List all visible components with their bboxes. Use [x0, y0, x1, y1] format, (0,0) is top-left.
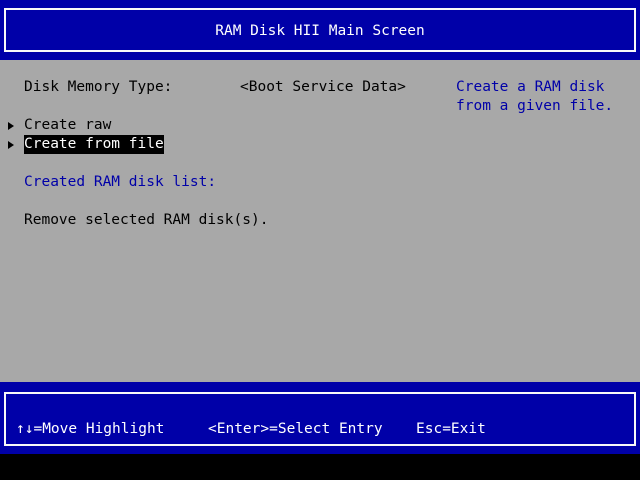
- right-triangle-icon: [8, 141, 14, 149]
- title-bar: RAM Disk HII Main Screen: [0, 0, 640, 60]
- remove-selected-ram-disk-option[interactable]: Remove selected RAM disk(s).: [24, 211, 268, 230]
- footer-bar: ↑↓=Move Highlight <Enter>=Select Entry E…: [0, 382, 640, 454]
- right-triangle-icon: [8, 122, 14, 130]
- bottom-black-strip: [0, 454, 640, 480]
- exit-hint: Esc=Exit: [416, 421, 486, 437]
- created-ram-disk-list-label: Created RAM disk list:: [24, 174, 217, 190]
- form-body: Disk Memory Type: <Boot Service Data> Cr…: [0, 60, 640, 382]
- create-from-file-option[interactable]: Create from file: [24, 135, 164, 154]
- select-entry-hint: <Enter>=Select Entry: [208, 421, 383, 437]
- title-frame: RAM Disk HII Main Screen: [4, 8, 636, 52]
- disk-memory-type-label: Disk Memory Type:: [24, 79, 173, 95]
- create-raw-option[interactable]: Create raw: [24, 116, 111, 135]
- bios-setup-screen: RAM Disk HII Main Screen Disk Memory Typ…: [0, 0, 640, 480]
- help-text-line-1: Create a RAM disk: [456, 79, 605, 95]
- page-title: RAM Disk HII Main Screen: [215, 23, 425, 39]
- help-text-line-2: from a given file.: [456, 98, 614, 114]
- disk-memory-type-select[interactable]: <Boot Service Data>: [240, 78, 406, 97]
- move-highlight-hint: ↑↓=Move Highlight: [16, 421, 165, 437]
